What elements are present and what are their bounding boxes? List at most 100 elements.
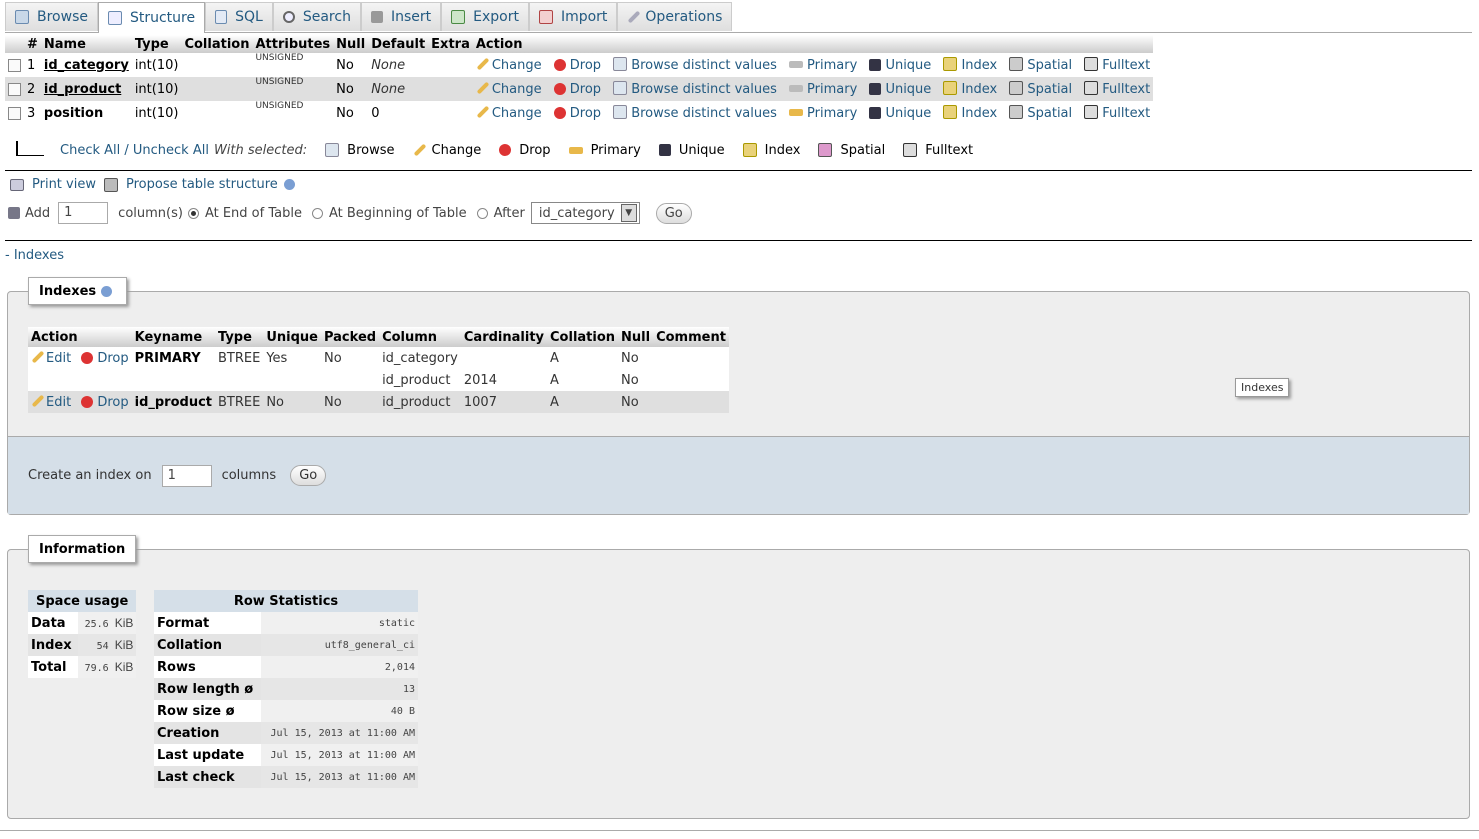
spatial-icon: [1009, 105, 1024, 119]
tab-operations[interactable]: Operations: [617, 2, 733, 31]
drop-link[interactable]: Drop: [553, 58, 601, 73]
change-link[interactable]: Change: [476, 105, 542, 121]
column-name[interactable]: id_product: [44, 82, 121, 97]
check-all-link[interactable]: Check All / Uncheck All: [60, 143, 209, 158]
add-column-go-button[interactable]: Go: [655, 202, 692, 224]
print-view-link[interactable]: Print view: [32, 177, 96, 192]
create-index-count-input[interactable]: 1: [161, 464, 212, 487]
pencil-icon: [31, 350, 45, 364]
column-name[interactable]: position: [44, 106, 103, 121]
idx-header-cardinality: Cardinality: [460, 327, 548, 347]
search-icon: [282, 11, 295, 23]
tab-browse[interactable]: Browse: [5, 2, 98, 31]
fulltext-link[interactable]: Fulltext: [1084, 105, 1150, 121]
sql-icon: [215, 10, 228, 24]
fulltext-link[interactable]: Fulltext: [1084, 57, 1150, 73]
indexes-tooltip: Indexes: [1235, 378, 1290, 397]
row-checkbox[interactable]: [8, 58, 21, 72]
idx-header-null: Null: [618, 327, 654, 347]
table-row: Collation utf8_general_ci: [154, 634, 418, 656]
column-name[interactable]: id_category: [44, 58, 129, 73]
unique-link[interactable]: Unique: [869, 58, 931, 73]
index-link[interactable]: Index: [943, 81, 997, 97]
index-link[interactable]: Index: [943, 57, 997, 73]
indexes-header-row: Action Keyname Type Unique Packed Column…: [28, 327, 729, 347]
primary-link[interactable]: Primary: [789, 106, 857, 121]
unique-link[interactable]: Unique: [869, 106, 931, 121]
structure-table: # Name Type Collation Attributes Null De…: [5, 35, 1154, 125]
browse-distinct-link[interactable]: Browse distinct values: [613, 105, 777, 121]
indexes-toggle-link[interactable]: - Indexes: [5, 248, 64, 263]
row-checkbox[interactable]: [8, 82, 21, 96]
create-index-go-button[interactable]: Go: [290, 465, 327, 486]
table-row: Edit Drop PRIMARY BTREE Yes No id_catego…: [28, 347, 729, 369]
key-icon: [789, 109, 804, 116]
tab-export[interactable]: Export: [441, 2, 529, 31]
drop-icon: [81, 396, 94, 408]
tab-import[interactable]: Import: [528, 2, 618, 31]
at-beginning-radio[interactable]: [311, 207, 323, 219]
drop-link[interactable]: Drop: [553, 82, 601, 97]
bulk-primary-button[interactable]: Primary: [568, 143, 641, 158]
browse-distinct-link[interactable]: Browse distinct values: [613, 57, 777, 73]
tab-sql[interactable]: SQL: [205, 2, 273, 31]
create-index-columns-label: columns: [221, 468, 277, 483]
unique-link[interactable]: Unique: [869, 82, 931, 97]
spatial-link[interactable]: Spatial: [1009, 81, 1072, 97]
column-count-input[interactable]: 1: [58, 202, 109, 224]
unique-icon: [658, 144, 671, 156]
browse-distinct-link[interactable]: Browse distinct values: [613, 81, 777, 97]
with-selected-label: With selected:: [213, 142, 308, 158]
row-checkbox[interactable]: [8, 106, 21, 120]
drop-index-link[interactable]: Drop: [81, 351, 129, 366]
change-link[interactable]: Change: [476, 81, 542, 97]
fulltext-icon: [1084, 57, 1099, 71]
tab-insert[interactable]: Insert: [360, 2, 442, 31]
bulk-index-button[interactable]: Index: [742, 143, 800, 158]
table-row: Data 25.6 KiB: [28, 612, 137, 634]
col-header-type: Type: [131, 35, 182, 53]
change-link[interactable]: Change: [476, 57, 542, 73]
after-radio[interactable]: [476, 207, 488, 219]
index-link[interactable]: Index: [943, 105, 997, 121]
insert-icon: [370, 11, 383, 23]
pencil-icon: [413, 143, 426, 157]
col-header-num: #: [24, 35, 41, 53]
unique-icon: [869, 83, 882, 95]
row-actions: Change Drop Browse distinct values Prima…: [472, 101, 1154, 125]
primary-link[interactable]: Primary: [789, 58, 857, 73]
fulltext-icon: [1084, 105, 1099, 119]
table-row: Format static: [154, 612, 418, 634]
drop-icon: [553, 59, 566, 71]
tab-bar: Browse Structure SQL Search Insert Expor…: [5, 2, 1472, 33]
drop-link[interactable]: Drop: [553, 106, 601, 121]
bulk-browse-button[interactable]: Browse: [325, 143, 395, 158]
pencil-icon: [476, 57, 490, 71]
tab-structure[interactable]: Structure: [97, 2, 206, 33]
bulk-unique-button[interactable]: Unique: [658, 143, 725, 158]
fulltext-link[interactable]: Fulltext: [1084, 81, 1150, 97]
drop-index-link[interactable]: Drop: [81, 395, 129, 410]
divider: [5, 240, 1472, 241]
spatial-icon: [1009, 81, 1024, 95]
tab-search[interactable]: Search: [272, 2, 361, 31]
bulk-spatial-button[interactable]: Spatial: [818, 143, 885, 158]
primary-link[interactable]: Primary: [789, 82, 857, 97]
after-column-select[interactable]: id_category ▼: [530, 202, 640, 224]
spatial-link[interactable]: Spatial: [1009, 105, 1072, 121]
bulk-fulltext-button[interactable]: Fulltext: [903, 143, 973, 158]
propose-structure-link[interactable]: Propose table structure: [126, 177, 278, 192]
at-end-radio[interactable]: [187, 207, 199, 219]
edit-index-link[interactable]: Edit: [31, 394, 71, 410]
bulk-change-button[interactable]: Change: [413, 143, 481, 158]
idx-header-comment: Comment: [653, 327, 729, 347]
space-usage-table: Space usage Data 25.6 KiB Index 54 KiB T…: [28, 590, 137, 678]
edit-index-link[interactable]: Edit: [31, 350, 71, 366]
after-label: After: [493, 205, 525, 221]
spatial-link[interactable]: Spatial: [1009, 57, 1072, 73]
bulk-drop-button[interactable]: Drop: [499, 143, 551, 158]
table-row: 3 position int(10) UNSIGNED No 0 Change …: [5, 101, 1154, 125]
create-index-row: Create an index on 1 columns Go: [8, 436, 1469, 514]
unique-icon: [869, 59, 882, 71]
export-icon: [451, 10, 466, 24]
